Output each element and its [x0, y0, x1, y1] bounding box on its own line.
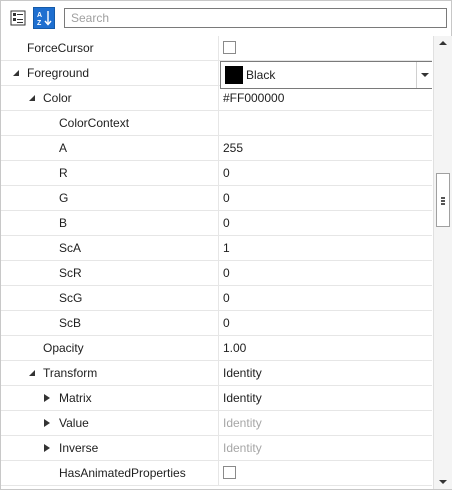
property-row-value[interactable]: Value Identity [1, 411, 432, 436]
arrow-up-icon [439, 41, 447, 45]
svg-text:A: A [37, 12, 42, 19]
property-name: ScB [59, 316, 82, 330]
property-list: ForceCursor Foreground Black Color #FF00… [1, 36, 432, 489]
chevron-down-icon [421, 73, 429, 77]
expanded-triangle-icon[interactable] [11, 68, 21, 78]
color-swatch [225, 66, 243, 84]
sort-alphabetical-button[interactable]: A Z [33, 7, 55, 29]
property-row-hasanimatedproperties[interactable]: HasAnimatedProperties [1, 461, 432, 486]
property-value-readonly: Identity [223, 441, 262, 455]
property-name: G [59, 191, 69, 205]
property-value[interactable]: 255 [223, 136, 243, 160]
property-name: ColorContext [59, 116, 130, 130]
property-name: ScA [59, 241, 82, 255]
property-row-opacity[interactable]: Opacity 1.00 [1, 336, 432, 361]
property-value[interactable]: Identity [223, 386, 262, 410]
property-row-r[interactable]: R 0 [1, 161, 432, 186]
property-name: ForceCursor [27, 41, 94, 55]
property-row-color[interactable]: Color #FF000000 [1, 86, 432, 111]
hasanimatedproperties-checkbox[interactable] [223, 466, 236, 479]
property-value[interactable]: 0 [223, 286, 230, 310]
collapsed-triangle-icon[interactable] [42, 393, 52, 403]
collapsed-triangle-icon[interactable] [42, 418, 52, 428]
property-name: Opacity [43, 341, 84, 355]
property-row-transform[interactable]: Transform Identity [1, 361, 432, 386]
property-name: A [59, 141, 68, 155]
property-row-scb[interactable]: ScB 0 [1, 311, 432, 336]
property-row-matrix[interactable]: Matrix Identity [1, 386, 432, 411]
property-name: ScR [59, 266, 82, 280]
property-value[interactable]: 1.00 [223, 336, 246, 360]
property-value[interactable]: Identity [223, 361, 262, 385]
expanded-triangle-icon[interactable] [27, 368, 37, 378]
property-value[interactable]: 1 [223, 236, 230, 260]
property-row-a[interactable]: A 255 [1, 136, 432, 161]
foreground-brush-dropdown[interactable]: Black [220, 61, 432, 89]
scrollbar-thumb[interactable] [436, 173, 450, 227]
property-value[interactable]: #FF000000 [223, 86, 284, 110]
property-row-scr[interactable]: ScR 0 [1, 261, 432, 286]
property-row-scg[interactable]: ScG 0 [1, 286, 432, 311]
property-name: Color [43, 91, 72, 105]
property-row-forcecursor[interactable]: ForceCursor [1, 36, 432, 61]
expanded-triangle-icon[interactable] [27, 93, 37, 103]
property-value[interactable]: 0 [223, 161, 230, 185]
svg-text:Z: Z [37, 20, 42, 27]
brush-label: Black [246, 68, 276, 82]
dropdown-arrow[interactable] [416, 62, 432, 88]
property-grid-toolbar: A Z [1, 1, 451, 35]
property-value[interactable]: 0 [223, 211, 230, 235]
collapsed-triangle-icon[interactable] [42, 443, 52, 453]
property-row-foreground[interactable]: Foreground Black [1, 61, 432, 89]
property-name: R [59, 166, 68, 180]
property-row-colorcontext[interactable]: ColorContext [1, 111, 432, 136]
property-value[interactable]: 0 [223, 261, 230, 285]
property-name: Inverse [59, 441, 99, 455]
property-row-sca[interactable]: ScA 1 [1, 236, 432, 261]
property-row-g[interactable]: G 0 [1, 186, 432, 211]
search-input[interactable] [64, 8, 447, 28]
scroll-up-button[interactable] [434, 36, 452, 50]
property-name: ScG [59, 291, 83, 305]
categorized-view-icon [10, 10, 26, 26]
property-name: Foreground [27, 66, 90, 80]
categorized-view-button[interactable] [7, 7, 29, 29]
arrow-down-icon [439, 480, 447, 484]
property-name: Value [59, 416, 89, 430]
property-row-inverse[interactable]: Inverse Identity [1, 436, 432, 461]
vertical-scrollbar[interactable] [433, 36, 452, 489]
property-row-b[interactable]: B 0 [1, 211, 432, 236]
property-value[interactable]: 0 [223, 186, 230, 210]
property-value-readonly: Identity [223, 416, 262, 430]
property-value[interactable]: 0 [223, 311, 230, 335]
property-name: Matrix [59, 391, 92, 405]
scroll-down-button[interactable] [434, 475, 452, 489]
grip-icon [441, 197, 445, 205]
property-name: Transform [43, 366, 98, 380]
property-grid: A Z ForceCursor Foreground Black [0, 0, 452, 490]
sort-alphabetical-icon: A Z [37, 11, 52, 27]
property-name: HasAnimatedProperties [59, 466, 186, 480]
property-name: B [59, 216, 68, 230]
forcecursor-checkbox[interactable] [223, 41, 236, 54]
